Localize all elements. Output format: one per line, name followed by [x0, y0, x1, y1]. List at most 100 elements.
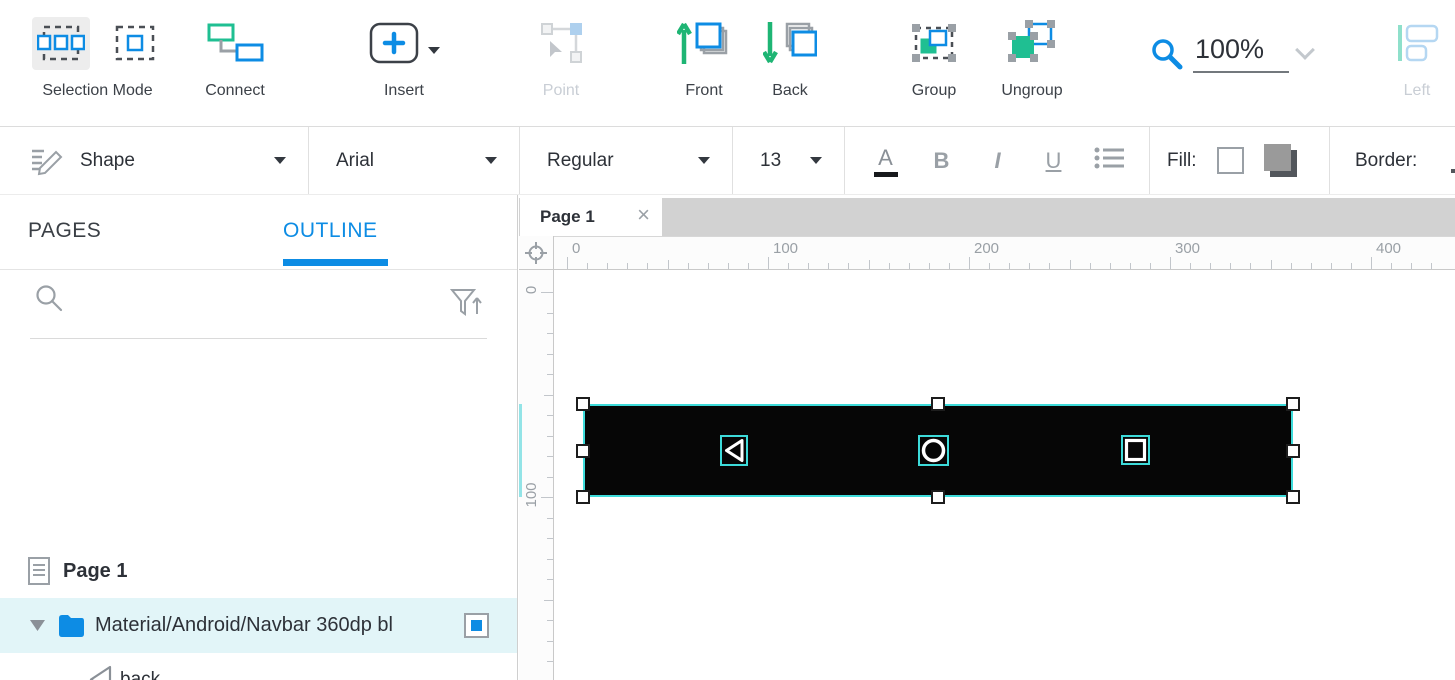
ruler-tick: [1431, 263, 1432, 269]
font-size-value: 13: [760, 150, 781, 172]
ruler-tick: [547, 661, 553, 662]
fill-swatch-gray-top: [1264, 144, 1291, 171]
outline-search-row: [0, 270, 517, 340]
bring-to-front-icon: [677, 20, 731, 66]
ruler-selection-highlight: [519, 404, 522, 497]
ruler-tick: [547, 559, 553, 560]
selection-indicator-fill: [471, 620, 482, 631]
filter-icon[interactable]: [450, 288, 484, 320]
ruler-tick: [1029, 263, 1030, 269]
ruler-tick: [808, 263, 809, 269]
page-icon: [28, 557, 50, 585]
tree-page-label: Page 1: [63, 560, 127, 583]
resize-handle-top-left[interactable]: [576, 397, 590, 411]
search-underline: [30, 338, 487, 339]
app-window: Selection Mode Connect Insert: [0, 0, 1455, 680]
resize-handle-middle-left[interactable]: [576, 444, 590, 458]
ruler-tick: [1250, 263, 1251, 269]
underline-button[interactable]: U: [1032, 148, 1076, 174]
resize-handle-top-middle[interactable]: [931, 397, 945, 411]
resize-handle-top-right[interactable]: [1286, 397, 1300, 411]
ruler-tick: [1210, 263, 1211, 269]
ruler-tick: [929, 263, 930, 269]
shape-style-dropdown[interactable]: Shape: [0, 127, 309, 194]
connect-icon: [206, 22, 264, 64]
ruler-tick: [541, 292, 553, 293]
selection-indicator-icon[interactable]: [464, 613, 489, 638]
connect-tool[interactable]: Connect: [195, 0, 275, 126]
back-tool[interactable]: Back: [750, 0, 830, 126]
ruler-tick: [1110, 263, 1111, 269]
ruler-tick: [1150, 263, 1151, 269]
search-input[interactable]: [70, 278, 447, 326]
tab-outline[interactable]: OUTLINE: [283, 219, 378, 243]
resize-handle-bottom-left[interactable]: [576, 490, 590, 504]
bullet-list-button[interactable]: [1088, 146, 1132, 176]
selected-navbar-group[interactable]: [583, 404, 1293, 497]
ruler-tick: [909, 263, 910, 269]
ungroup-tool[interactable]: Ungroup: [990, 0, 1074, 126]
shape-style-label: Shape: [80, 150, 135, 172]
resize-handle-middle-right[interactable]: [1286, 444, 1300, 458]
resize-handle-bottom-right[interactable]: [1286, 490, 1300, 504]
ruler-label: 200: [974, 240, 999, 257]
selection-mode-tool[interactable]: Selection Mode: [20, 0, 175, 126]
ruler-tick: [547, 415, 553, 416]
zoom-control[interactable]: 100%: [1150, 0, 1330, 126]
ruler-origin-corner[interactable]: [519, 236, 554, 270]
page-tab[interactable]: Page 1 ×: [520, 198, 662, 236]
ruler-tick: [547, 518, 553, 519]
border-swatch-clipped[interactable]: [1451, 169, 1455, 173]
zoom-dropdown-caret[interactable]: [1295, 40, 1315, 60]
ruler-tick: [1331, 263, 1332, 269]
home-shape[interactable]: [918, 435, 949, 466]
single-selection-mode-button[interactable]: [106, 17, 164, 70]
fill-swatch-white[interactable]: [1217, 147, 1244, 174]
group-icon: [909, 21, 959, 65]
ruler-tick: [949, 263, 950, 269]
ruler-tick: [889, 263, 890, 269]
expander-caret-icon[interactable]: [30, 620, 45, 632]
front-tool[interactable]: Front: [664, 0, 744, 126]
tree-row-back[interactable]: back: [0, 653, 517, 680]
ruler-tick: [547, 333, 553, 334]
italic-button[interactable]: I: [976, 148, 1020, 174]
folder-icon: [58, 614, 85, 638]
font-color-bar: [874, 172, 898, 177]
bold-button[interactable]: B: [920, 148, 964, 174]
ungroup-label: Ungroup: [990, 82, 1074, 100]
insert-tool[interactable]: Insert: [359, 0, 449, 126]
ungroup-icon: [1006, 20, 1058, 66]
insert-dropdown-caret[interactable]: [428, 47, 440, 54]
multi-selection-mode-button[interactable]: [32, 17, 90, 70]
back-shape[interactable]: [720, 435, 748, 466]
zoom-level-value[interactable]: 100%: [1193, 34, 1289, 73]
fill-swatch-gray[interactable]: [1264, 144, 1297, 177]
font-size-dropdown[interactable]: 13: [734, 127, 845, 194]
multi-selection-icon: [37, 23, 85, 63]
tree-row-group-selected[interactable]: Material/Android/Navbar 360dp bl: [0, 598, 517, 653]
ruler-tick: [768, 257, 769, 269]
format-toolbar: Shape Arial Regular 13 A B I U: [0, 127, 1455, 195]
point-label: Point: [521, 82, 601, 100]
close-tab-icon[interactable]: ×: [637, 202, 650, 228]
font-style-dropdown[interactable]: Regular: [521, 127, 733, 194]
ruler-tick: [1049, 263, 1050, 269]
canvas-area: Page 1 × 0100200300400 0100: [519, 195, 1455, 680]
ruler-tick: [989, 263, 990, 269]
group-label: Group: [894, 82, 974, 100]
ruler-label: 300: [1175, 240, 1200, 257]
resize-handle-bottom-middle[interactable]: [931, 490, 945, 504]
font-family-dropdown[interactable]: Arial: [310, 127, 520, 194]
tree-row-page[interactable]: Page 1: [0, 550, 517, 592]
recent-shape[interactable]: [1121, 435, 1150, 465]
ruler-tick: [688, 263, 689, 269]
ruler-label: 0: [572, 240, 580, 257]
tab-pages[interactable]: PAGES: [28, 219, 101, 243]
android-recent-icon: [1123, 437, 1148, 463]
ruler-tick: [869, 260, 870, 269]
font-color-button[interactable]: A: [864, 145, 908, 177]
point-tool: Point: [521, 0, 601, 126]
group-tool[interactable]: Group: [894, 0, 974, 126]
connect-label: Connect: [195, 82, 275, 100]
